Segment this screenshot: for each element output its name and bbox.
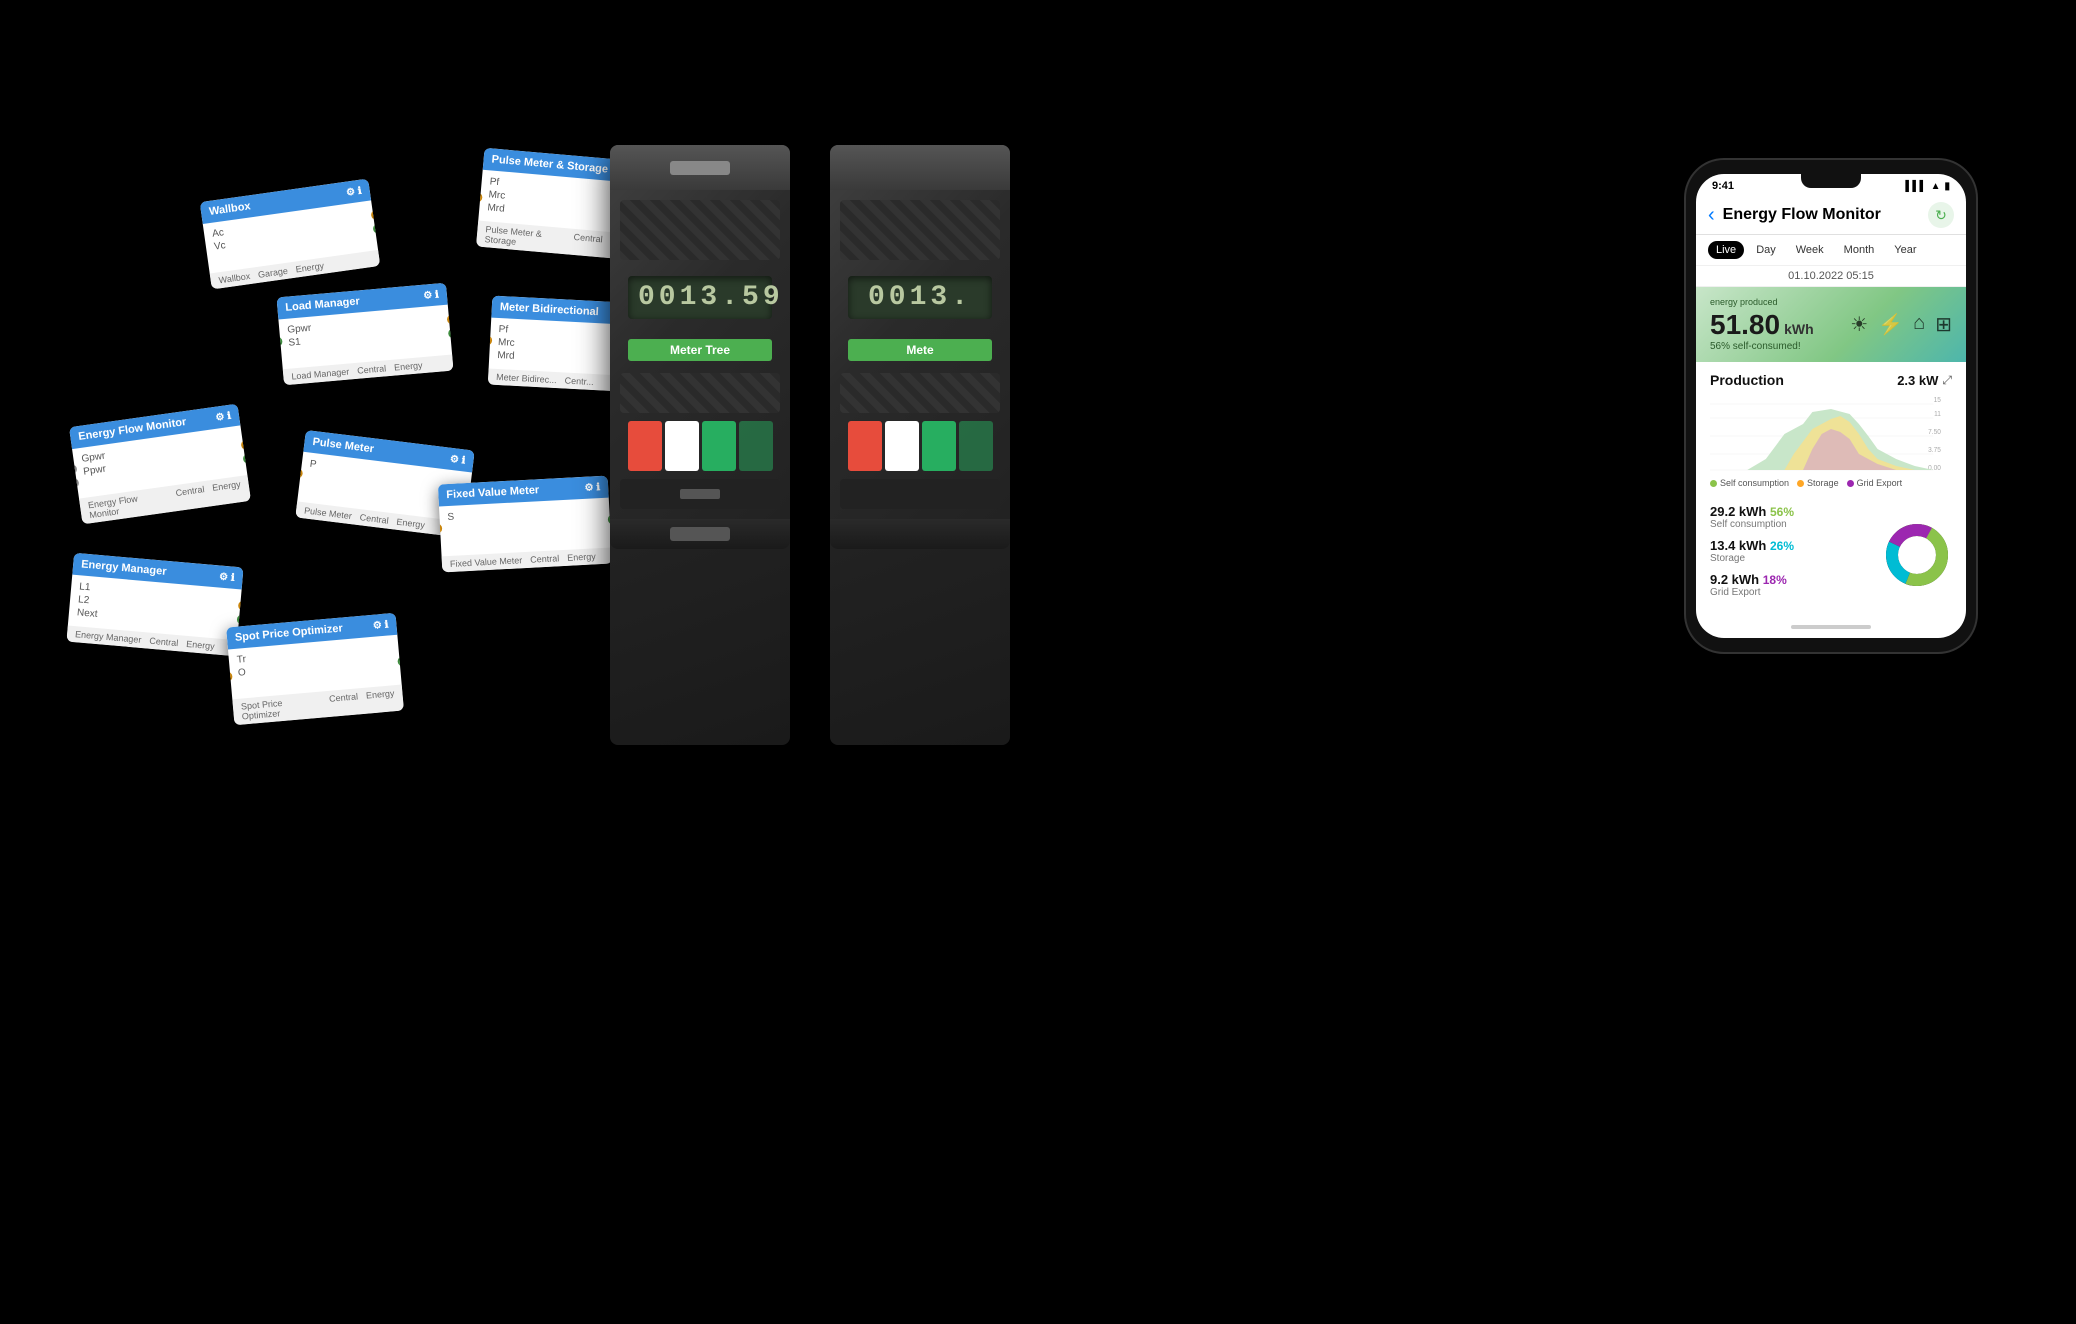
tab-month[interactable]: Month [1836,241,1883,259]
banner-label: energy produced [1710,297,1814,307]
meter-right-display: 0013. [848,276,992,319]
stat-self-consumption: 29.2 kWh 56% Self consumption [1710,504,1872,530]
chart-section: Production 2.3 kW ⤢ 15 11 7.50 3.75 0.00 [1696,362,1966,494]
phone-screen: 9:41 ▌▌▌ ▲ ▮ ‹ Energy Flow Monitor ↻ Liv… [1696,174,1966,638]
chart-value: 2.3 kW [1897,373,1938,388]
stats-section: 29.2 kWh 56% Self consumption 13.4 kWh 2… [1696,494,1966,616]
stat-grid-export: 9.2 kWh 18% Grid Export [1710,572,1872,598]
tab-day[interactable]: Day [1748,241,1784,259]
signal-icon: ▌▌▌ [1905,181,1926,192]
svg-text:15: 15 [1934,397,1941,404]
connector-dot [488,335,493,346]
connector-dot [69,478,79,489]
card-em-title: Energy Manager [81,558,167,577]
card-fvm-title: Fixed Value Meter [446,484,539,501]
connector-dot [371,209,381,220]
tab-live[interactable]: Live [1708,241,1744,259]
meter-right-label: Mete [848,339,992,361]
card-mb-title: Meter Bidirectional [500,301,600,318]
card-pm-title: Pulse Meter [312,436,375,455]
donut-chart [1882,520,1952,590]
meter-left-display: 0013.59 [628,276,772,319]
card-energy-manager: Energy Manager ⚙ ℹ L1 L2 Next Energy Man… [66,553,243,656]
connector-dot [241,439,251,450]
back-button[interactable]: ‹ [1708,204,1715,227]
connector-dot [226,671,233,682]
chart-legend: Self consumption Storage Grid Export [1710,478,1952,488]
production-banner: energy produced 51.80 kWh 56% self-consu… [1696,287,1966,362]
card-lm-title: Load Manager [285,295,360,313]
chart-area: 15 11 7.50 3.75 0.00 [1710,394,1952,474]
tab-week[interactable]: Week [1788,241,1832,259]
home-indicator [1696,616,1966,638]
chart-title: Production [1710,372,1784,388]
connector-dot [372,223,380,234]
expand-icon[interactable]: ⤢ [1942,373,1952,388]
nav-bar: ‹ Energy Flow Monitor ↻ [1696,196,1966,235]
connector-dot [397,656,404,667]
din-meter-left: 0013.59 Meter Tree [610,145,790,745]
card-fixed-value-meter: Fixed Value Meter ⚙ ℹ S Fixed Value Mete… [438,476,612,573]
connector-dot [448,328,454,339]
production-chart-svg: 15 11 7.50 3.75 0.00 [1710,394,1952,474]
card-wallbox: Wallbox ⚙ ℹ Ac Vc Wallbox Garage Energy [200,179,381,290]
din-meter-right: 0013. Mete [830,145,1010,745]
date-display: 01.10.2022 05:15 [1696,266,1966,287]
connector-dot [69,464,78,475]
card-wallbox-title: Wallbox [208,200,251,218]
connector-dot [295,468,303,479]
meter-left-label: Meter Tree [628,339,772,361]
svg-text:11: 11 [1934,411,1941,418]
banner-sub: 56% self-consumed! [1710,341,1814,352]
card-spot-price-optimizer: Spot Price Optimizer ⚙ ℹ Tr O Spot Price… [226,613,404,725]
nav-action-icon[interactable]: ↻ [1928,202,1954,228]
card-energy-flow-monitor: Energy Flow Monitor ⚙ ℹ Gpwr Ppwr Energy… [69,404,251,525]
wifi-icon: ▲ [1931,181,1941,192]
solar-icon: ☀ [1850,312,1868,337]
banner-value: 51.80 [1710,309,1780,341]
connector-dot [237,614,244,625]
battery-banner-icon: ⚡ [1878,312,1903,337]
connector-dot [447,314,454,325]
tab-year[interactable]: Year [1886,241,1924,259]
phone-notch [1801,174,1861,188]
connector-dot [476,191,483,202]
battery-icon: ▮ [1944,181,1950,192]
time-tabs: Live Day Week Month Year [1696,235,1966,266]
stat-storage: 13.4 kWh 26% Storage [1710,538,1872,564]
status-time: 9:41 [1712,180,1734,192]
phone: 9:41 ▌▌▌ ▲ ▮ ‹ Energy Flow Monitor ↻ Liv… [1686,160,1976,652]
connector-dot [238,600,244,611]
home-banner-icon: ⌂ [1913,312,1925,337]
svg-text:7.50: 7.50 [1928,429,1941,436]
svg-text:3.75: 3.75 [1928,447,1941,454]
nav-title: Energy Flow Monitor [1723,206,1928,224]
svg-text:0.00: 0.00 [1928,465,1941,472]
grid-banner-icon: ⊞ [1935,312,1952,337]
connector-dot [276,336,282,347]
card-load-manager: Load Manager ⚙ ℹ Gpwr S1 Load Manager Ce… [276,283,453,385]
connector-dot [242,453,251,464]
